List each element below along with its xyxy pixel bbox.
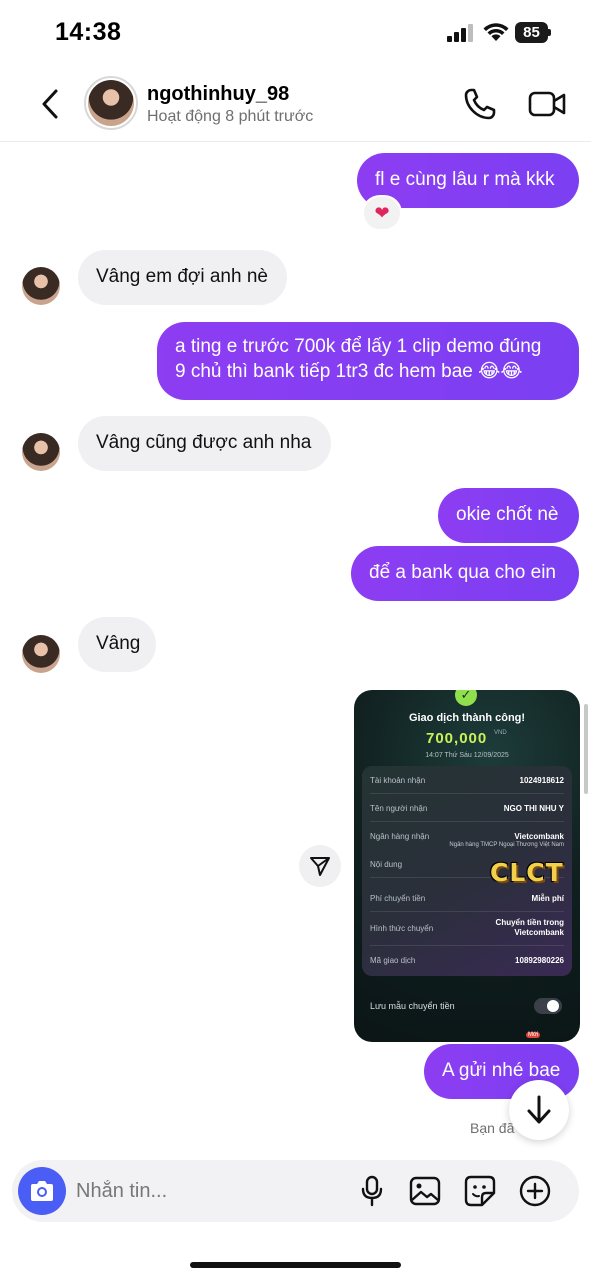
microphone-icon <box>361 1175 383 1207</box>
battery-level: 85 <box>515 22 548 43</box>
contact-activity-status: Hoạt động 8 phút trước <box>147 108 314 125</box>
transfer-receipt-image[interactable]: ✓ Giao dịch thành công! 700,000 VND 14:0… <box>354 690 580 1042</box>
seen-status: Bạn đã <box>470 1120 515 1136</box>
arrow-down-icon <box>527 1095 551 1124</box>
message-text: okie chốt nè <box>456 504 559 525</box>
receipt-currency: VND <box>494 730 507 736</box>
message-text: A gửi nhé bae <box>442 1060 561 1081</box>
receipt-timestamp: 14:07 Thứ Sáu 12/09/2025 <box>425 752 509 759</box>
chevron-left-icon <box>42 89 58 119</box>
message-text: Vâng em đợi anh nè <box>96 266 268 287</box>
camera-button[interactable] <box>18 1167 66 1215</box>
phone-icon <box>464 88 496 120</box>
plus-circle-icon <box>519 1175 551 1207</box>
bank-fullname: Ngân hàng TMCP Ngoại Thương Việt Nam <box>449 842 564 848</box>
sender-avatar[interactable] <box>22 267 60 305</box>
receipt-row-value: Miễn phí <box>531 894 564 903</box>
receipt-title: Giao dịch thành công! <box>408 712 526 724</box>
receipt-row: Hình thức chuyển Chuyển tiền trong Vietco… <box>370 914 564 946</box>
back-button[interactable] <box>34 84 66 124</box>
receipt-row-label: Ngân hàng nhận <box>370 832 430 841</box>
contact-avatar[interactable] <box>84 76 138 130</box>
scrollbar[interactable] <box>584 704 588 794</box>
gallery-button[interactable] <box>408 1174 442 1208</box>
receipt-row-value: Vietcombank <box>514 832 564 841</box>
camera-icon <box>31 1181 53 1201</box>
sticker-button[interactable] <box>463 1174 497 1208</box>
more-options-button[interactable] <box>518 1174 552 1208</box>
sender-avatar[interactable] <box>22 635 60 673</box>
message-text: để a bank qua cho ein <box>369 562 556 583</box>
message-bubble-incoming[interactable]: Vâng <box>78 617 156 672</box>
voice-message-button[interactable] <box>355 1174 389 1208</box>
message-text-line: 9 chủ thì bank tiếp 1tr3 đc hem bae 😂😂 <box>175 361 523 382</box>
status-bar: 14:38 85 <box>0 0 591 66</box>
receipt-row-label: Tên người nhận <box>370 804 428 813</box>
image-icon <box>409 1176 441 1206</box>
receipt-row: Tài khoản nhận 1024918612 <box>370 766 564 794</box>
wifi-icon <box>483 23 509 41</box>
receipt-row-label: Tài khoản nhận <box>370 776 426 785</box>
message-bubble-outgoing[interactable]: a ting e trước 700k để lấy 1 clip demo đ… <box>157 322 579 400</box>
sticker-icon <box>464 1175 496 1207</box>
receipt-row: Mã giao dịch 10892980226 <box>370 946 564 974</box>
message-composer <box>12 1160 579 1222</box>
receipt-amount: 700,000 <box>426 730 488 747</box>
receipt-row-label: Mã giao dịch <box>370 956 416 965</box>
video-camera-icon <box>528 91 566 117</box>
receipt-details-card: Tài khoản nhận 1024918612 Tên người nhận… <box>362 766 572 976</box>
success-check-icon: ✓ <box>455 690 477 706</box>
message-text-line: a ting e trước 700k để lấy 1 clip demo đ… <box>175 336 542 357</box>
message-text: Vâng cũng được anh nha <box>96 432 312 453</box>
receipt-row-label: Hình thức chuyển <box>370 924 434 933</box>
receipt-row: Phí chuyển tiền Miễn phí <box>370 884 564 912</box>
message-input[interactable] <box>76 1174 336 1208</box>
receipt-row-value: NGO THI NHU Y <box>503 804 564 813</box>
chat-header: ngothinhuy_98 Hoạt động 8 phút trước <box>0 66 591 142</box>
cellular-signal-icon <box>447 24 473 42</box>
heart-icon: ❤ <box>374 202 390 223</box>
new-badge: Mới <box>526 1032 541 1038</box>
save-template-label: Lưu mẫu chuyển tiền <box>370 1001 455 1011</box>
watermark-logo: CLCT <box>490 858 564 887</box>
battery-icon: 85 <box>515 22 551 43</box>
message-bubble-outgoing[interactable]: okie chốt nè <box>438 488 579 543</box>
scroll-to-bottom-button[interactable] <box>509 1080 569 1140</box>
home-indicator <box>190 1262 401 1268</box>
status-time: 14:38 <box>55 18 122 46</box>
heart-reaction-badge[interactable]: ❤ <box>362 195 402 231</box>
voice-call-button[interactable] <box>462 86 498 122</box>
message-text: fl e cùng lâu r mà kkk <box>375 169 555 190</box>
send-icon <box>310 857 330 876</box>
receipt-row-value: 1024918612 <box>519 776 565 785</box>
receipt-row-value: 10892980226 <box>515 956 564 965</box>
message-bubble-incoming[interactable]: Vâng em đợi anh nè <box>78 250 287 305</box>
message-bubble-incoming[interactable]: Vâng cũng được anh nha <box>78 416 331 471</box>
receipt-row: Tên người nhận NGO THI NHU Y <box>370 794 564 822</box>
message-text: Vâng <box>96 633 141 654</box>
video-call-button[interactable] <box>527 86 567 122</box>
contact-username[interactable]: ngothinhuy_98 <box>147 83 289 106</box>
receipt-row-label: Phí chuyển tiền <box>370 894 426 903</box>
save-template-toggle <box>534 998 562 1014</box>
share-button[interactable] <box>299 845 341 887</box>
receipt-row-value: Chuyển tiền trong Vietcombank <box>495 918 564 937</box>
message-bubble-outgoing[interactable]: để a bank qua cho ein <box>351 546 579 601</box>
receipt-row-label: Nội dung <box>370 860 403 869</box>
sender-avatar[interactable] <box>22 433 60 471</box>
